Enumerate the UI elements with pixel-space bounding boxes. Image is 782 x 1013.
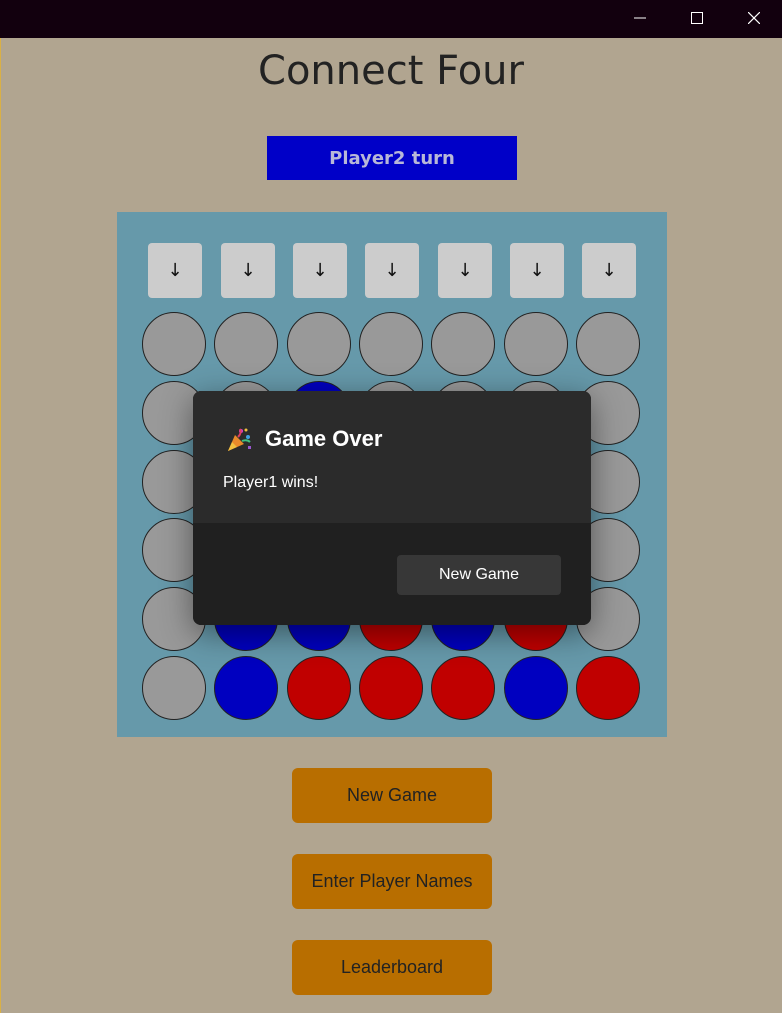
dialog-overlay: Game Over Player1 wins! New Game bbox=[0, 0, 782, 1013]
dialog-new-game-button[interactable]: New Game bbox=[397, 555, 561, 595]
dialog-message: Player1 wins! bbox=[223, 474, 319, 491]
party-popper-icon bbox=[228, 428, 251, 451]
dialog-title: Game Over bbox=[265, 426, 383, 451]
dialog-content bbox=[193, 391, 591, 523]
game-over-dialog: Game Over Player1 wins! New Game bbox=[193, 391, 591, 625]
